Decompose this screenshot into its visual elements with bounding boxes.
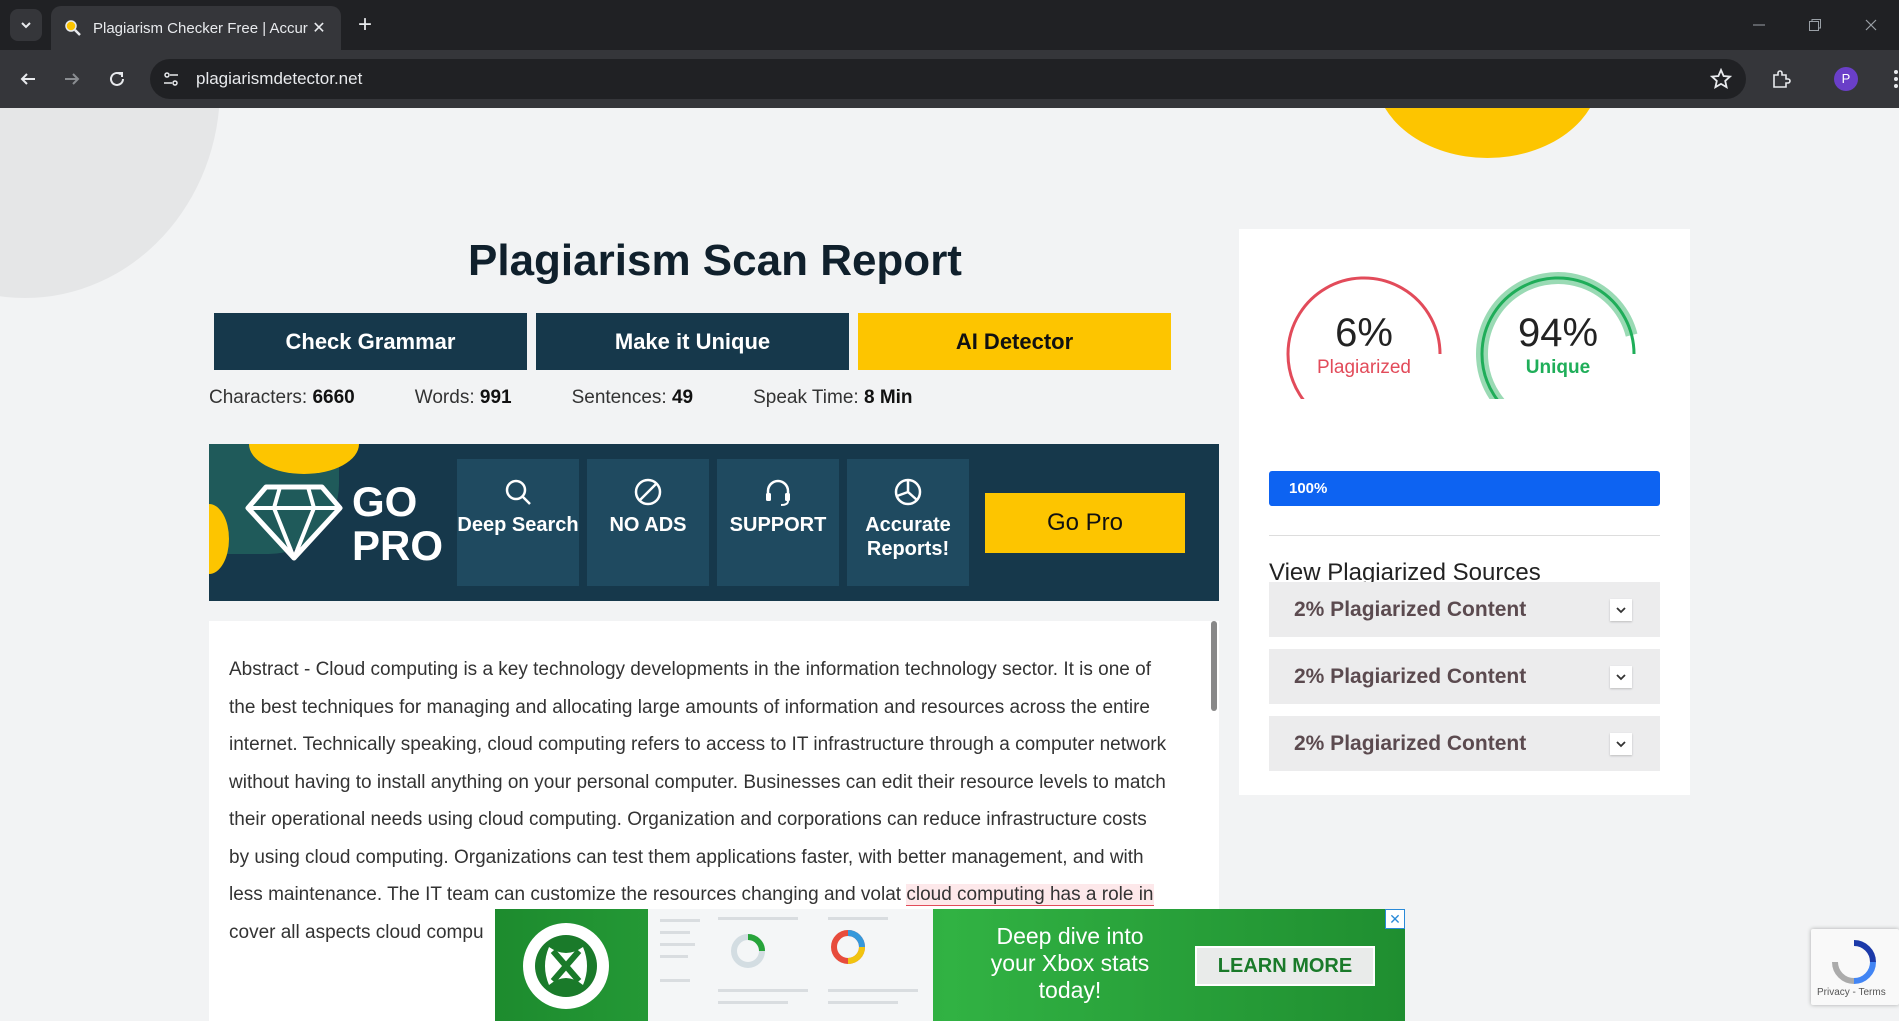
go-pro-banner: GO PRO Deep Search NO ADS SUPPORT Accura… (209, 444, 1219, 601)
diamond-icon (245, 484, 343, 561)
ad-headline: Deep dive into your Xbox stats today! (990, 923, 1150, 1003)
reload-icon (110, 71, 124, 86)
magnifier-favicon-icon (63, 18, 83, 38)
browser-toolbar: plagiarismdetector.net (0, 50, 1899, 108)
feature-deep-search: Deep Search (457, 459, 579, 586)
tab-search-button[interactable] (10, 9, 42, 41)
menu-button[interactable] (1881, 64, 1899, 94)
make-unique-button[interactable]: Make it Unique (536, 313, 849, 370)
page-title: Plagiarism Scan Report (468, 236, 962, 285)
scan-progress-bar: 100% (1269, 471, 1660, 506)
page-viewport: Plagiarism Scan Report Check Grammar Mak… (0, 108, 1899, 1021)
speak-time-stat: Speak Time: 8 Min (753, 387, 913, 408)
sentences-stat: Sentences: 49 (571, 387, 694, 408)
back-button[interactable] (13, 64, 43, 94)
minimize-button[interactable] (1731, 0, 1787, 50)
source-accordion-item[interactable]: 2% Plagiarized Content (1269, 582, 1660, 637)
puzzle-icon (1773, 70, 1791, 88)
advertisement-banner[interactable]: Deep dive into your Xbox stats today! LE… (495, 909, 1405, 1021)
address-bar[interactable]: plagiarismdetector.net (150, 59, 1746, 99)
site-info-icon[interactable] (154, 62, 188, 96)
browser-tab-bar: Plagiarism Checker Free | Accur ✕ + (0, 0, 1899, 50)
minimize-icon (1753, 24, 1765, 26)
headset-icon (766, 479, 790, 506)
decorative-circle (1375, 108, 1600, 158)
recaptcha-icon (1832, 940, 1876, 984)
kebab-menu-icon (1894, 70, 1898, 88)
learn-more-button[interactable]: LEARN MORE (1195, 946, 1375, 986)
arrow-right-icon (65, 73, 80, 85)
text-panel-scrollbar[interactable] (1211, 621, 1217, 711)
browser-tab-active[interactable]: Plagiarism Checker Free | Accur ✕ (51, 6, 341, 50)
reload-button[interactable] (102, 64, 132, 94)
chevron-down-icon[interactable] (1610, 665, 1632, 688)
chevron-down-icon[interactable] (1610, 598, 1632, 621)
forward-button[interactable] (57, 64, 87, 94)
unique-gauge: 94% Unique (1468, 269, 1648, 426)
arrow-left-icon (20, 73, 35, 85)
new-tab-button[interactable]: + (352, 13, 378, 39)
scanned-text: Abstract - Cloud computing is a key tech… (229, 659, 1167, 943)
plagiarized-percent: 6% (1335, 311, 1393, 355)
search-icon (505, 479, 531, 505)
plagiarized-label: Plagiarized (1317, 357, 1411, 378)
no-ads-icon (634, 478, 662, 506)
restore-button[interactable] (1787, 0, 1843, 50)
close-icon (1865, 19, 1877, 31)
recaptcha-badge[interactable]: Privacy - Terms (1811, 929, 1899, 1005)
ad-screenshot-image (648, 909, 933, 1021)
source-accordion-item[interactable]: 2% Plagiarized Content (1269, 649, 1660, 704)
tab-close-icon[interactable]: ✕ (309, 18, 329, 38)
words-stat: Words: 991 (414, 387, 512, 408)
chevron-down-icon[interactable] (1610, 732, 1632, 755)
restore-icon (1809, 19, 1821, 31)
xbox-logo (523, 923, 609, 1009)
go-pro-heading: GO PRO (352, 478, 444, 569)
check-grammar-button[interactable]: Check Grammar (214, 313, 527, 370)
feature-support: SUPPORT (717, 459, 839, 586)
window-controls (1731, 0, 1899, 50)
chevron-down-icon (21, 22, 31, 29)
decorative-circle (0, 108, 220, 298)
results-panel: 6% Plagiarized 94% Unique 100% View Plag… (1239, 229, 1690, 795)
divider (1269, 535, 1660, 536)
url-text: plagiarismdetector.net (196, 69, 363, 88)
pie-chart-icon (894, 478, 922, 506)
unique-percent: 94% (1517, 311, 1599, 355)
source-accordion-item[interactable]: 2% Plagiarized Content (1269, 716, 1660, 771)
plagiarized-gauge: 6% Plagiarized (1274, 269, 1454, 426)
profile-avatar[interactable]: P (1834, 67, 1858, 91)
feature-accurate-reports: Accurate Reports! (847, 459, 969, 586)
plagiarized-highlight[interactable]: cloud computing has a role in (906, 884, 1154, 906)
recaptcha-links[interactable]: Privacy - Terms (1817, 987, 1886, 998)
go-pro-button[interactable]: Go Pro (985, 493, 1185, 553)
tab-title: Plagiarism Checker Free | Accur (93, 19, 308, 37)
ai-detector-button[interactable]: AI Detector (858, 313, 1171, 370)
extensions-button[interactable] (1766, 64, 1796, 94)
text-stats: Characters: 6660 Words: 991 Sentences: 4… (209, 387, 973, 409)
characters-stat: Characters: 6660 (209, 387, 355, 408)
feature-no-ads: NO ADS (587, 459, 709, 586)
close-window-button[interactable] (1843, 0, 1899, 50)
bookmark-star-icon[interactable] (1709, 67, 1733, 95)
ad-close-icon[interactable]: ✕ (1385, 909, 1405, 929)
unique-label: Unique (1525, 357, 1591, 378)
